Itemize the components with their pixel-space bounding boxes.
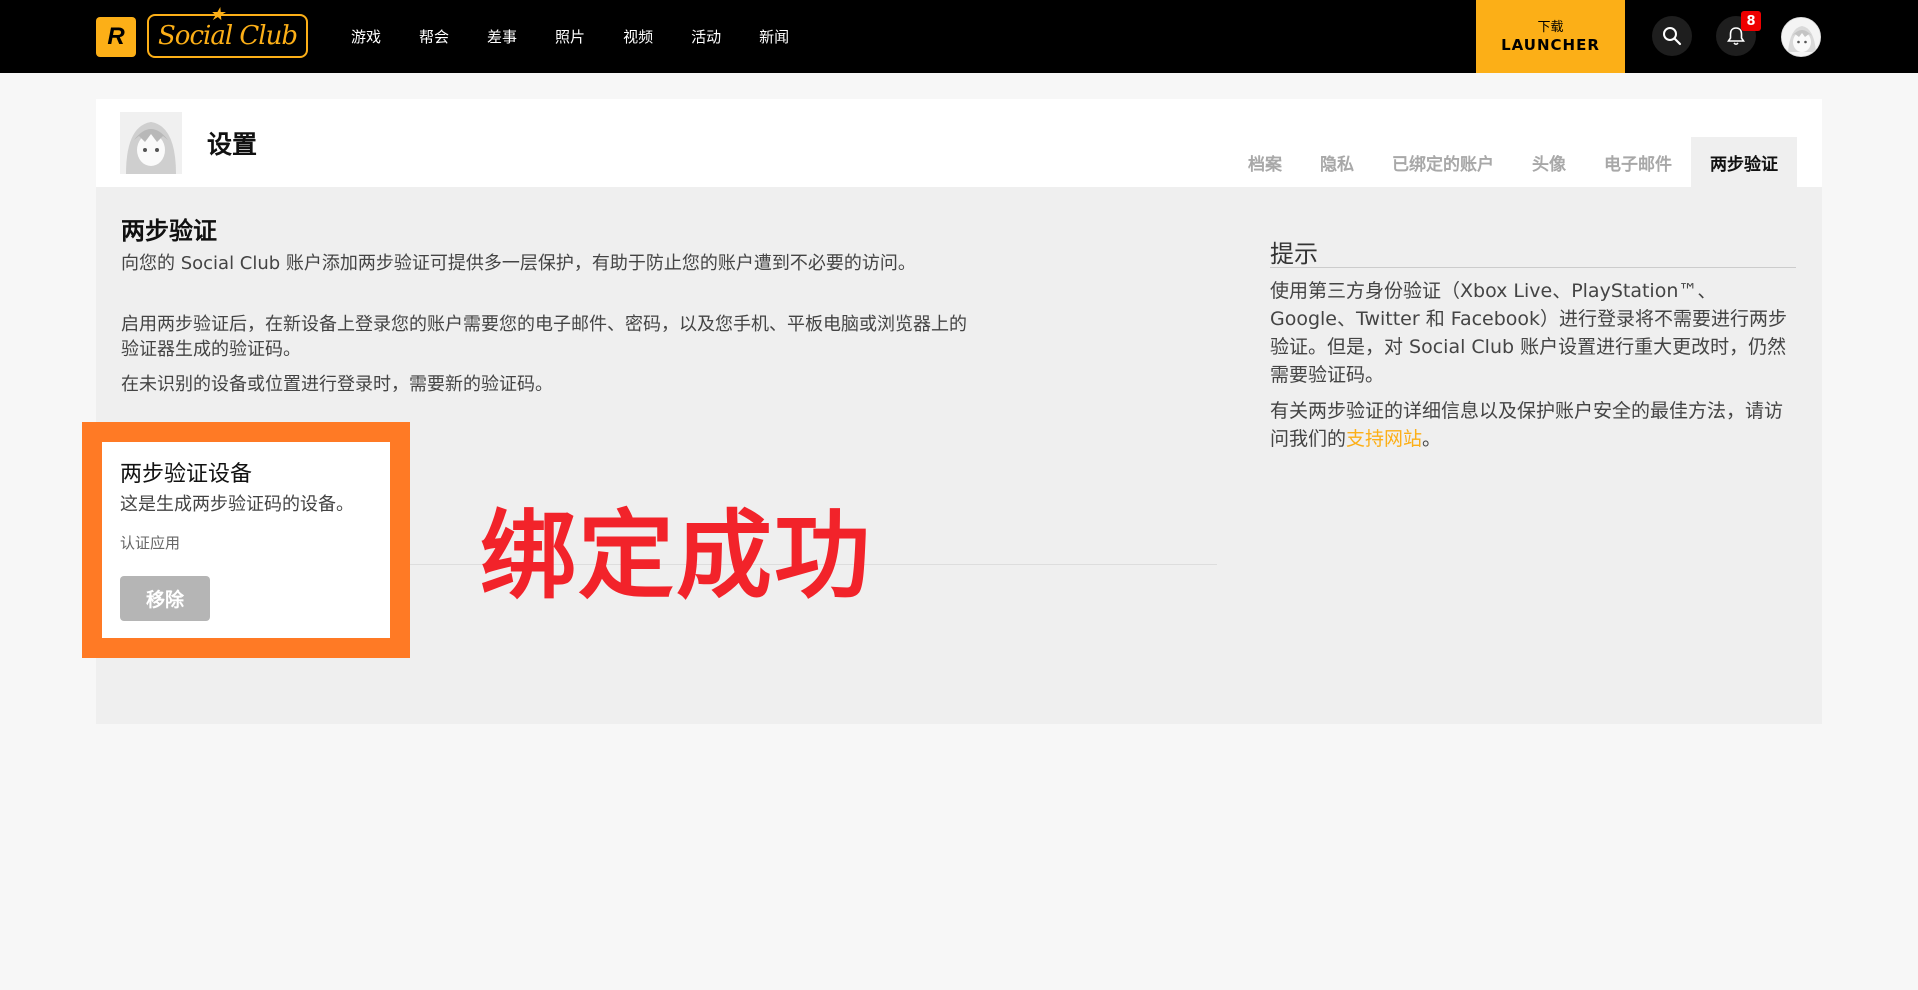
tab-profile[interactable]: 档案 [1229, 137, 1301, 187]
nav-item-jobs[interactable]: 差事 [487, 26, 517, 47]
tab-avatar[interactable]: 头像 [1513, 137, 1585, 187]
social-club-logo[interactable]: ★ Social Club [147, 4, 308, 58]
profile-picture [120, 112, 182, 174]
star-icon: ★ [209, 4, 225, 25]
search-icon [1663, 27, 1682, 46]
notification-count-badge: 8 [1741, 11, 1761, 31]
tab-privacy[interactable]: 隐私 [1301, 137, 1373, 187]
anime-profile-icon [120, 112, 182, 174]
tips-paragraph-2-suffix: 。 [1422, 428, 1442, 450]
page-title: 设置 [207, 130, 258, 159]
tips-paragraph-2: 有关两步验证的详细信息以及保护账户安全的最佳方法，请访问我们的支持网站。 [1270, 397, 1800, 453]
download-launcher-button[interactable]: 下载 LAUNCHER [1476, 0, 1625, 73]
tips-divider [1270, 267, 1796, 268]
tab-two-step-verification[interactable]: 两步验证 [1691, 137, 1797, 187]
top-navbar: R ★ Social Club 游戏 帮会 差事 照片 视频 活动 新闻 下载 … [0, 0, 1918, 73]
user-avatar[interactable] [1781, 17, 1821, 57]
success-overlay-text: 绑定成功 [480, 500, 872, 612]
nav-item-videos[interactable]: 视频 [623, 26, 653, 47]
section-title: 两步验证 [121, 217, 217, 245]
device-title: 两步验证设备 [120, 462, 253, 487]
brand-text: Social Club [157, 21, 298, 51]
rockstar-logo-text: R [107, 23, 125, 50]
nav-item-news[interactable]: 新闻 [759, 26, 789, 47]
anime-avatar-icon [1782, 18, 1820, 56]
rockstar-logo[interactable]: R [96, 17, 136, 57]
remove-button[interactable]: 移除 [120, 576, 210, 621]
settings-header: 设置 档案 隐私 已绑定的账户 头像 电子邮件 两步验证 [96, 99, 1822, 187]
launcher-label-line2: LAUNCHER [1501, 35, 1600, 54]
nav-item-photos[interactable]: 照片 [555, 26, 585, 47]
two-step-device-card: 两步验证设备 这是生成两步验证码的设备。 认证应用 移除 [82, 422, 410, 658]
device-description: 这是生成两步验证码的设备。 [120, 494, 354, 515]
note-paragraph: 在未识别的设备或位置进行登录时，需要新的验证码。 [121, 374, 553, 395]
launcher-label-line1: 下载 [1537, 19, 1564, 35]
tips-title: 提示 [1270, 240, 1318, 268]
nav-item-games[interactable]: 游戏 [351, 26, 381, 47]
details-paragraph: 启用两步验证后，在新设备上登录您的账户需要您的电子邮件、密码，以及您手机、平板电… [121, 314, 967, 360]
settings-tabs: 档案 隐私 已绑定的账户 头像 电子邮件 两步验证 [1229, 137, 1797, 187]
device-type: 认证应用 [120, 534, 181, 552]
support-site-link[interactable]: 支持网站 [1346, 428, 1422, 450]
tips-paragraph-1: 使用第三方身份验证（Xbox Live、PlayStation™、Google、… [1270, 280, 1788, 386]
nav-item-crews[interactable]: 帮会 [419, 26, 449, 47]
main-nav: 游戏 帮会 差事 照片 视频 活动 新闻 [351, 0, 827, 73]
nav-item-events[interactable]: 活动 [691, 26, 721, 47]
search-button[interactable] [1652, 16, 1692, 56]
intro-paragraph: 向您的 Social Club 账户添加两步验证可提供多一层保护，有助于防止您的… [121, 253, 916, 274]
tab-email[interactable]: 电子邮件 [1585, 137, 1691, 187]
tab-linked-accounts[interactable]: 已绑定的账户 [1373, 137, 1513, 187]
